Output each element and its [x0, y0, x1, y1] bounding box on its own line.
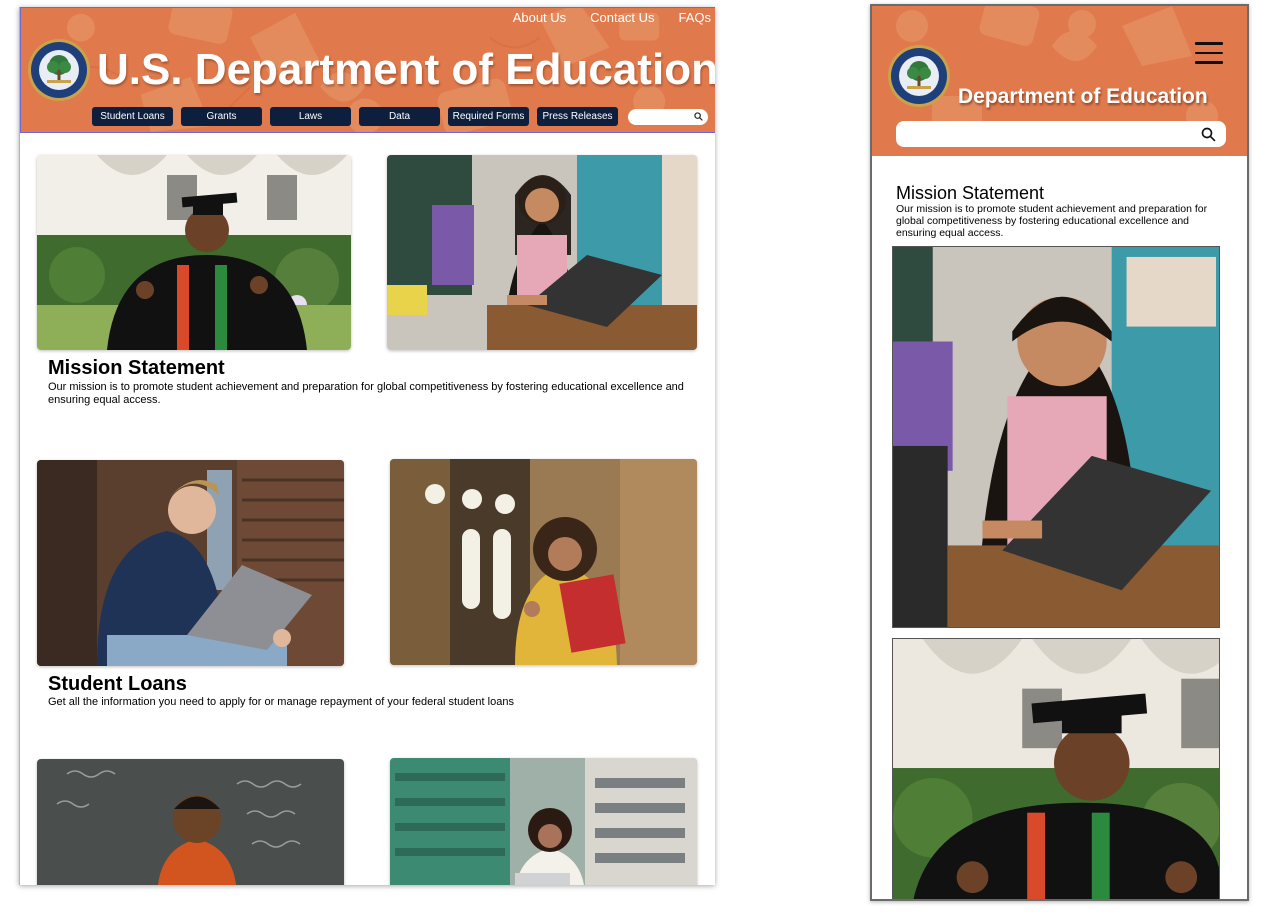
main-nav: Student Loans Grants Laws Data Required …: [92, 107, 708, 127]
desktop-mockup: About Us Contact Us FAQs U.S. Department…: [19, 7, 715, 885]
search-box: [628, 108, 708, 127]
mobile-student-laptop-photo: [892, 246, 1220, 628]
nav-laws-button[interactable]: Laws: [270, 107, 351, 126]
woman-city-laptop-photo: [390, 758, 697, 885]
mobile-header: Department of Education: [872, 6, 1247, 156]
top-nav: About Us Contact Us FAQs: [489, 10, 711, 25]
about-us-link[interactable]: About Us: [513, 10, 566, 25]
student-loans-text: Get all the information you need to appl…: [48, 696, 514, 708]
nav-press-releases-button[interactable]: Press Releases: [537, 107, 618, 126]
faqs-link[interactable]: FAQs: [678, 10, 711, 25]
search-icon[interactable]: [694, 111, 703, 121]
mobile-mission-text: Our mission is to promote student achiev…: [896, 203, 1208, 239]
nav-required-forms-button[interactable]: Required Forms: [448, 107, 529, 126]
mobile-mission-heading: Mission Statement: [896, 183, 1045, 203]
woman-with-books-photo: [390, 459, 697, 665]
mobile-site-title: Department of Education: [958, 85, 1208, 108]
mobile-graduate-photo: [892, 638, 1220, 899]
young-man-laptop-photo: [37, 460, 344, 666]
hamburger-menu-icon[interactable]: [1195, 42, 1223, 64]
search-input[interactable]: [628, 110, 690, 127]
nav-grants-button[interactable]: Grants: [181, 107, 262, 126]
search-icon[interactable]: [1201, 127, 1216, 142]
education-seal-icon[interactable]: [887, 44, 951, 108]
monk-chalkboard-photo: [37, 759, 344, 885]
education-seal-icon[interactable]: [27, 38, 91, 102]
mobile-search-box: [896, 121, 1226, 147]
mobile-search-input[interactable]: [896, 121, 1186, 147]
mission-statement-heading: Mission Statement: [48, 357, 225, 379]
student-loans-heading: Student Loans: [48, 673, 187, 695]
nav-student-loans-button[interactable]: Student Loans: [92, 107, 173, 126]
student-laptop-photo: [387, 155, 697, 350]
mission-statement-text: Our mission is to promote student achiev…: [48, 381, 684, 406]
graduate-photo: [37, 155, 351, 350]
contact-us-link[interactable]: Contact Us: [590, 10, 654, 25]
nav-data-button[interactable]: Data: [359, 107, 440, 126]
site-title: U.S. Department of Education: [97, 45, 715, 94]
site-header: About Us Contact Us FAQs U.S. Department…: [20, 7, 715, 133]
mobile-mockup: Department of Education Mission Statemen…: [870, 4, 1249, 901]
